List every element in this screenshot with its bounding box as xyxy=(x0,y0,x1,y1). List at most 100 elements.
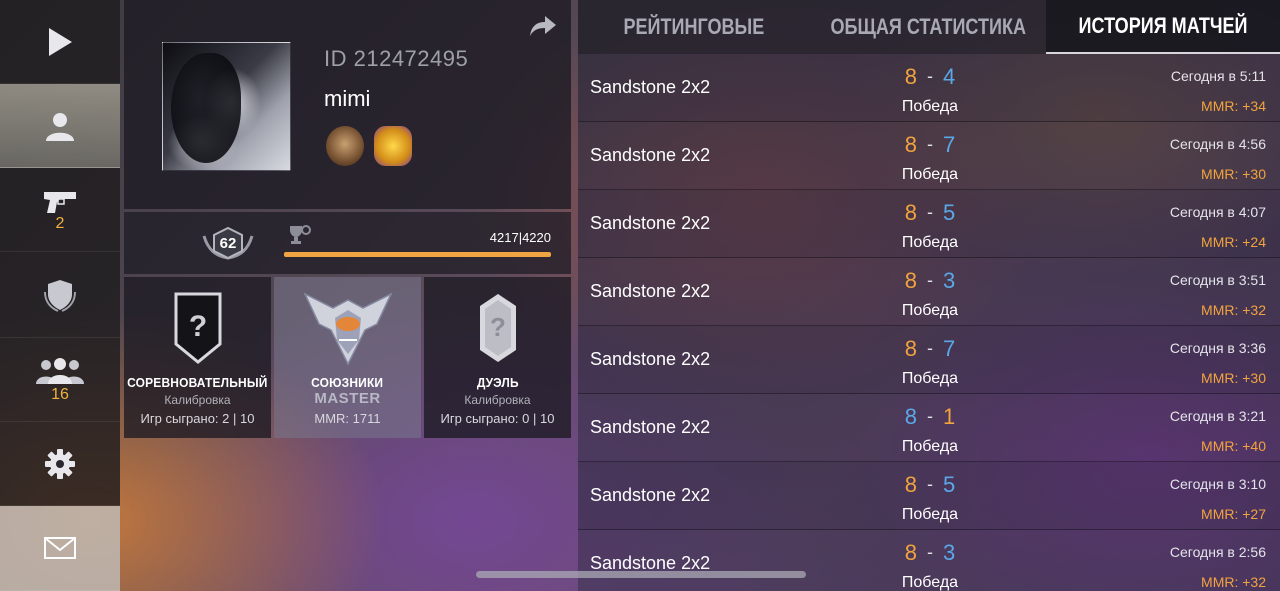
score-right: 3 xyxy=(943,540,956,565)
score-right: 7 xyxy=(943,132,956,157)
match-score: 8-4 xyxy=(904,64,956,89)
match-result: Победа xyxy=(901,438,959,455)
match-score: 8-5 xyxy=(904,200,956,225)
match-map: Sandstone 2x2 xyxy=(590,145,711,165)
match-history-list[interactable]: Sandstone 2x2 8-4 Победа Сегодня в 5:11 … xyxy=(578,54,1280,591)
sidebar-item-mail[interactable] xyxy=(0,506,120,591)
match-map: Sandstone 2x2 xyxy=(590,281,711,301)
sidebar-item-clan[interactable] xyxy=(0,252,120,338)
match-mmr: MMR: +30 xyxy=(1201,166,1266,182)
match-result: Победа xyxy=(901,506,959,523)
friends-count: 16 xyxy=(51,385,69,403)
match-time: Сегодня в 3:36 xyxy=(1169,340,1266,356)
pistol-icon xyxy=(44,191,76,213)
match-map: Sandstone 2x2 xyxy=(590,417,711,437)
achievement-badge[interactable] xyxy=(326,126,364,166)
share-icon[interactable] xyxy=(529,14,557,38)
stats-panel: РЕЙТИНГОВЫЕ ОБЩАЯ СТАТИСТИКА ИСТОРИЯ МАТ… xyxy=(578,0,1280,591)
match-map: Sandstone 2x2 xyxy=(590,213,711,233)
avatar[interactable] xyxy=(162,42,291,171)
match-map: Sandstone 2x2 xyxy=(590,485,711,505)
gear-icon xyxy=(45,448,75,479)
match-row[interactable]: Sandstone 2x2 8-5 Победа Сегодня в 3:10 … xyxy=(578,462,1280,530)
match-mmr: MMR: +32 xyxy=(1201,302,1266,318)
match-time: Сегодня в 3:21 xyxy=(1169,408,1266,424)
match-mmr: MMR: +40 xyxy=(1201,438,1266,454)
profile-header: ID 212472495 mimi xyxy=(124,0,571,209)
match-row[interactable]: Sandstone 2x2 8-5 Победа Сегодня в 4:07 … xyxy=(578,190,1280,258)
match-result: Победа xyxy=(901,234,959,251)
match-mmr: MMR: +27 xyxy=(1201,506,1266,522)
master-rank-icon xyxy=(302,292,393,366)
mode-card-duel[interactable]: ? ДУЭЛЬ Калибровка Игр сыграно: 0 | 10 xyxy=(424,277,571,438)
tab-general-stats[interactable]: ОБЩАЯ СТАТИСТИКА xyxy=(810,0,1046,54)
unranked-shield-icon: ? xyxy=(174,292,221,364)
level-badge: 62 xyxy=(202,226,254,260)
score-left: 8 xyxy=(904,404,917,429)
friends-icon xyxy=(36,357,84,384)
match-time: Сегодня в 5:11 xyxy=(1170,68,1266,84)
avatar-portrait xyxy=(171,53,241,163)
sidebar-item-play[interactable] xyxy=(0,0,120,84)
xp-progress-fill xyxy=(284,252,551,257)
match-mmr: MMR: +24 xyxy=(1201,234,1266,250)
match-score: 8-3 xyxy=(904,540,956,565)
xp-progress-bar xyxy=(284,252,551,257)
sidebar-item-friends[interactable]: 16 xyxy=(0,338,120,422)
match-score: 8-3 xyxy=(904,268,956,293)
tab-match-history[interactable]: ИСТОРИЯ МАТЧЕЙ xyxy=(1046,0,1280,54)
match-mmr: MMR: +32 xyxy=(1201,574,1266,590)
sidebar-item-profile[interactable] xyxy=(0,84,120,168)
xp-icon xyxy=(290,225,311,244)
match-row[interactable]: Sandstone 2x2 8-1 Победа Сегодня в 3:21 … xyxy=(578,394,1280,462)
tab-label: ОБЩАЯ СТАТИСТИКА xyxy=(830,14,1026,39)
match-time: Сегодня в 4:56 xyxy=(1169,136,1266,152)
player-name: mimi xyxy=(324,86,371,111)
match-time: Сегодня в 4:07 xyxy=(1169,204,1266,220)
score-right: 5 xyxy=(943,472,956,497)
score-right: 3 xyxy=(943,268,956,293)
tab-ranked[interactable]: РЕЙТИНГОВЫЕ xyxy=(578,0,810,54)
clan-shield-icon xyxy=(44,279,76,312)
mode-card-allies[interactable]: СОЮЗНИКИ MASTER MMR: 1711 xyxy=(274,277,421,438)
level-number: 62 xyxy=(219,234,237,252)
tab-label: ИСТОРИЯ МАТЧЕЙ xyxy=(1078,13,1248,38)
match-map: Sandstone 2x2 xyxy=(590,349,711,369)
rank-emblem xyxy=(302,291,393,366)
match-mmr: MMR: +34 xyxy=(1201,98,1266,114)
sidebar-item-weapons[interactable]: 2 xyxy=(0,168,120,252)
score-left: 8 xyxy=(904,132,917,157)
score-left: 8 xyxy=(904,472,917,497)
tab-label: РЕЙТИНГОВЫЕ xyxy=(623,14,765,39)
match-row[interactable]: Sandstone 2x2 8-3 Победа Сегодня в 2:56 … xyxy=(578,530,1280,591)
match-result: Победа xyxy=(901,370,959,387)
match-row[interactable]: Sandstone 2x2 8-4 Победа Сегодня в 5:11 … xyxy=(578,54,1280,122)
rank-emblem: ? xyxy=(478,291,518,365)
mode-status: Калибровка xyxy=(464,393,531,407)
score-right: 7 xyxy=(943,336,956,361)
match-result: Победа xyxy=(901,98,959,115)
achievement-badge[interactable] xyxy=(374,126,412,166)
mode-title: ДУЭЛЬ xyxy=(476,375,519,390)
match-result: Победа xyxy=(901,166,959,183)
mode-title: СОРЕВНОВАТЕЛЬНЫЙ xyxy=(127,375,268,390)
match-row[interactable]: Sandstone 2x2 8-7 Победа Сегодня в 3:36 … xyxy=(578,326,1280,394)
player-id: ID 212472495 xyxy=(324,46,469,71)
match-time: Сегодня в 2:56 xyxy=(1169,544,1266,560)
level-row: 62 4217|4220 xyxy=(124,212,571,274)
mode-card-competitive[interactable]: ? СОРЕВНОВАТЕЛЬНЫЙ Калибровка Игр сыгран… xyxy=(124,277,271,438)
rank-emblem: ? xyxy=(174,291,222,365)
score-right: 5 xyxy=(943,200,956,225)
sidebar-item-settings[interactable] xyxy=(0,422,120,506)
score-left: 8 xyxy=(904,64,917,89)
profile-icon xyxy=(46,112,74,141)
unranked-hex-icon: ? xyxy=(479,294,516,362)
home-indicator[interactable] xyxy=(476,571,806,578)
match-row[interactable]: Sandstone 2x2 8-3 Победа Сегодня в 3:51 … xyxy=(578,258,1280,326)
score-left: 8 xyxy=(904,268,917,293)
sidebar: 2 16 xyxy=(0,0,120,591)
match-row[interactable]: Sandstone 2x2 8-7 Победа Сегодня в 4:56 … xyxy=(578,122,1280,190)
score-right: 1 xyxy=(943,404,956,429)
play-icon xyxy=(49,27,72,56)
mode-games: Игр сыграно: 0 | 10 xyxy=(440,411,555,426)
